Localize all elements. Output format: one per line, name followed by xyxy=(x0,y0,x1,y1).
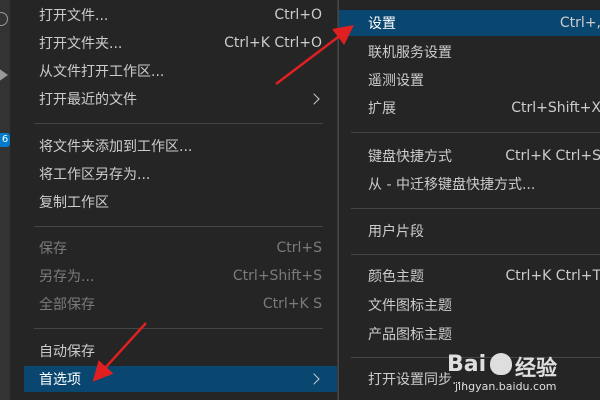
menu-item-label: 打开文件... xyxy=(39,8,109,24)
menu-item-label: 从 - 中迁移键盘快捷方式... xyxy=(368,177,536,193)
menu-item-label: 自动保存 xyxy=(39,344,95,360)
menu-item-shortcut: Ctrl+K S xyxy=(262,296,322,312)
menu-separator xyxy=(351,254,600,255)
search-icon[interactable] xyxy=(0,12,8,26)
menu-item-label: 产品图标主题 xyxy=(368,327,452,343)
watermark-logo-text: Bai xyxy=(447,352,487,377)
submenu-item-extensions[interactable]: 扩展 Ctrl+Shift+X xyxy=(339,95,600,121)
menu-item-open-recent[interactable]: 打开最近的文件 xyxy=(24,86,337,112)
menu-item-auto-save[interactable]: 自动保存 xyxy=(24,338,337,364)
paw-icon xyxy=(490,353,512,375)
submenu-item-online-services-settings[interactable]: 联机服务设置 xyxy=(339,39,600,65)
menu-item-save-as[interactable]: 另存为... Ctrl+Shift+S xyxy=(24,263,337,289)
menu-item-label: 联机服务设置 xyxy=(368,45,452,61)
menu-item-label: 复制工作区 xyxy=(39,195,109,211)
menu-item-duplicate-workspace[interactable]: 复制工作区 xyxy=(24,189,337,215)
watermark-url: jingyan.baidu.com xyxy=(455,380,557,393)
menu-item-label: 首选项 xyxy=(39,372,81,388)
menu-item-label: 从文件打开工作区... xyxy=(39,64,165,80)
menu-item-label: 设置 xyxy=(368,16,396,32)
menu-item-open-folder[interactable]: 打开文件夹... Ctrl+K Ctrl+O xyxy=(24,30,337,56)
menu-item-open-workspace-from-file[interactable]: 从文件打开工作区... xyxy=(24,58,337,84)
chevron-right-icon xyxy=(308,93,320,105)
menu-item-shortcut: Ctrl+S xyxy=(276,240,322,256)
file-menu: 打开文件... Ctrl+O 打开文件夹... Ctrl+K Ctrl+O 从文… xyxy=(24,0,338,400)
menu-item-label: 打开文件夹... xyxy=(39,36,123,52)
menu-item-shortcut: Ctrl+O xyxy=(274,7,322,23)
menu-separator xyxy=(34,123,323,124)
menu-item-shortcut: Ctrl+K Ctrl+T xyxy=(505,268,600,284)
menu-item-label: 将文件夹添加到工作区... xyxy=(39,139,193,155)
baidu-watermark: Bai 经验 jingyan.baidu.com xyxy=(447,350,595,398)
watermark-logo-suffix: 经验 xyxy=(515,356,557,380)
menu-item-label: 打开最近的文件 xyxy=(39,92,137,108)
menu-separator xyxy=(351,208,600,209)
submenu-item-keyboard-shortcuts[interactable]: 键盘快捷方式 Ctrl+K Ctrl+S xyxy=(339,143,600,169)
menu-item-label: 用户片段 xyxy=(368,224,424,240)
run-icon[interactable] xyxy=(0,68,8,82)
menu-item-shortcut: Ctrl+Shift+X xyxy=(511,100,600,116)
menu-item-label: 另存为... xyxy=(39,269,95,285)
preferences-submenu: 设置 Ctrl+, 联机服务设置 遥测设置 扩展 Ctrl+Shift+X 键盘… xyxy=(338,0,600,400)
submenu-item-file-icon-theme[interactable]: 文件图标主题 xyxy=(339,292,600,318)
chevron-right-icon xyxy=(308,373,320,385)
menu-separator xyxy=(34,328,323,329)
submenu-item-settings[interactable]: 设置 Ctrl+, xyxy=(339,10,600,36)
submenu-item-color-theme[interactable]: 颜色主题 Ctrl+K Ctrl+T xyxy=(339,263,600,289)
notification-badge: 6 xyxy=(0,133,10,147)
menu-item-preferences[interactable]: 首选项 xyxy=(24,366,337,392)
menu-item-open-file[interactable]: 打开文件... Ctrl+O xyxy=(24,2,337,28)
activity-bar: 6 xyxy=(0,0,10,400)
menu-separator xyxy=(351,132,600,133)
submenu-item-migrate-keyboard-shortcuts[interactable]: 从 - 中迁移键盘快捷方式... xyxy=(339,171,600,197)
menu-item-label: 文件图标主题 xyxy=(368,298,452,314)
sidebar-gutter xyxy=(10,0,24,400)
menu-item-label: 扩展 xyxy=(368,101,396,117)
menu-item-save-all[interactable]: 全部保存 Ctrl+K S xyxy=(24,291,337,317)
menu-item-add-folder-to-workspace[interactable]: 将文件夹添加到工作区... xyxy=(24,133,337,159)
menu-item-label: 将工作区另存为... xyxy=(39,167,151,183)
submenu-item-telemetry-settings[interactable]: 遥测设置 xyxy=(339,67,600,93)
menu-item-save[interactable]: 保存 Ctrl+S xyxy=(24,235,337,261)
menu-item-label: 遥测设置 xyxy=(368,73,424,89)
menu-item-label: 键盘快捷方式 xyxy=(368,149,452,165)
menu-item-shortcut: Ctrl+, xyxy=(559,15,600,31)
menu-item-shortcut: Ctrl+Shift+S xyxy=(232,268,322,284)
menu-item-save-workspace-as[interactable]: 将工作区另存为... xyxy=(24,161,337,187)
submenu-item-user-snippets[interactable]: 用户片段 xyxy=(339,218,600,244)
menu-item-shortcut: Ctrl+K Ctrl+O xyxy=(224,35,322,51)
menu-item-label: 颜色主题 xyxy=(368,269,424,285)
menu-item-label: 保存 xyxy=(39,241,67,257)
menu-item-label: 全部保存 xyxy=(39,297,95,313)
submenu-item-product-icon-theme[interactable]: 产品图标主题 xyxy=(339,321,600,347)
menu-item-shortcut: Ctrl+K Ctrl+S xyxy=(505,148,600,164)
menu-separator xyxy=(34,226,323,227)
